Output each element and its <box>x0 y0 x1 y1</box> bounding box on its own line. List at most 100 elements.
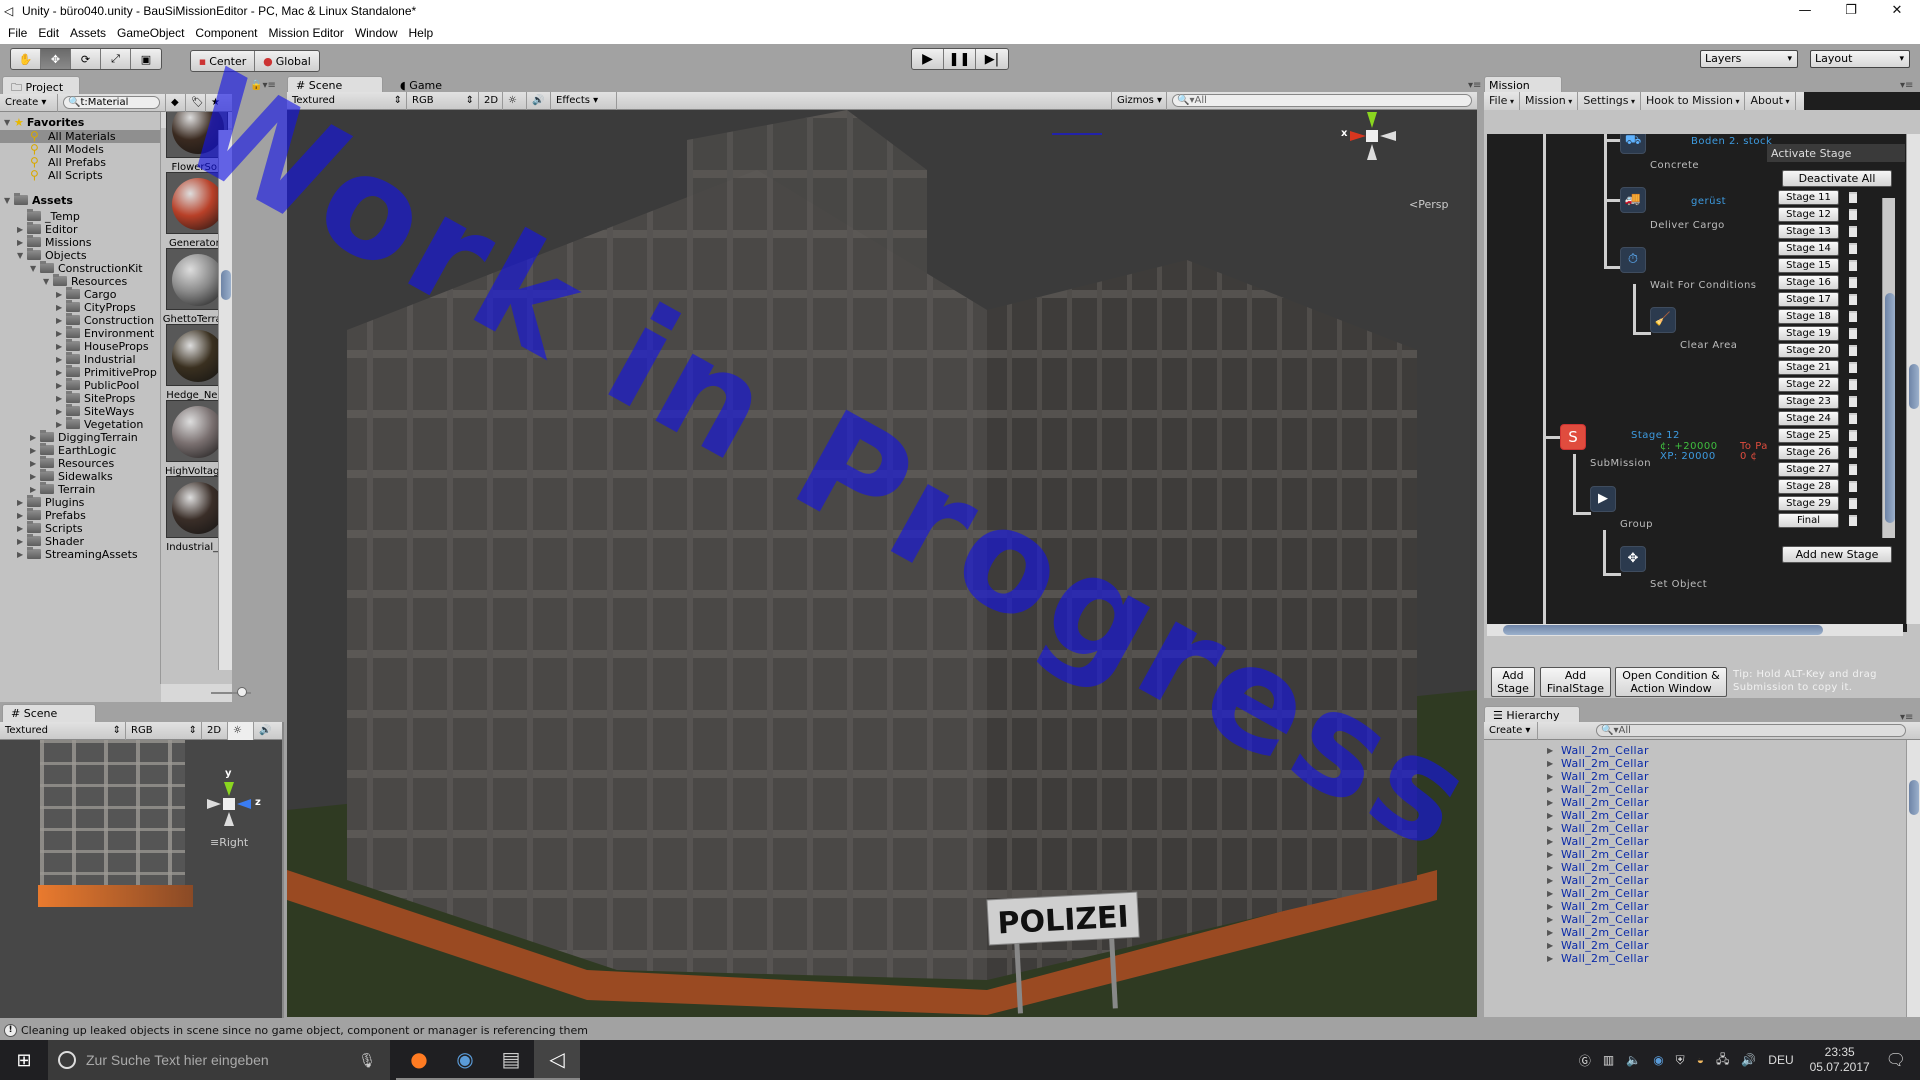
clear-area-icon[interactable]: 🧹 <box>1650 307 1676 333</box>
expand-right-icon[interactable]: ▶ <box>1547 876 1557 885</box>
mission-menu-file[interactable]: File ▾ <box>1484 92 1520 110</box>
project-create-dropdown[interactable]: Create ▾ <box>0 93 58 112</box>
axis-neg-y-cone[interactable] <box>224 812 234 826</box>
menu-window[interactable]: Window <box>355 26 398 40</box>
stage-button[interactable]: Stage 11 <box>1778 190 1839 205</box>
hierarchy-item[interactable]: ▶ Wall_2m_Cellar <box>1484 950 1649 966</box>
stage-button[interactable]: Stage 19 <box>1778 326 1839 341</box>
add-new-stage-button[interactable]: Add new Stage <box>1782 546 1892 563</box>
filter-label-button[interactable]: 🏷 <box>186 93 206 112</box>
scene-search-box[interactable]: 🔍▾All <box>1172 94 1472 107</box>
scene-small-audio-toggle[interactable]: 🔊 <box>254 722 280 740</box>
trash-icon[interactable] <box>1849 311 1857 322</box>
expand-right-icon[interactable]: ▶ <box>30 472 40 481</box>
expand-down-icon[interactable]: ▼ <box>30 264 40 273</box>
stage-button[interactable]: Stage 27 <box>1778 462 1839 477</box>
expand-right-icon[interactable]: ▶ <box>1547 941 1557 950</box>
gizmo-center-cube[interactable] <box>223 798 235 810</box>
hierarchy-create-dropdown[interactable]: Create ▾ <box>1484 721 1538 740</box>
expand-right-icon[interactable]: ▶ <box>1547 889 1557 898</box>
expand-right-icon[interactable]: ▶ <box>1547 772 1557 781</box>
axis-neg-y-cone[interactable] <box>1367 144 1377 160</box>
volume-icon[interactable]: 🔊 <box>1741 1053 1756 1067</box>
firefox-taskbar-button[interactable]: ● <box>396 1040 442 1080</box>
expand-right-icon[interactable]: ▶ <box>17 498 27 507</box>
play-button[interactable]: ▶ <box>912 49 944 69</box>
menu-gameobject[interactable]: GameObject <box>117 26 184 40</box>
stage-button[interactable]: Stage 24 <box>1778 411 1839 426</box>
mission-graph-hscrollbar[interactable] <box>1487 624 1903 636</box>
trash-icon[interactable] <box>1849 345 1857 356</box>
trash-icon[interactable] <box>1849 413 1857 424</box>
scene-small-shading-dropdown[interactable]: Textured ⇕ <box>0 721 126 740</box>
minimize-button[interactable]: — <box>1782 0 1828 22</box>
project-search-value[interactable]: t:Material <box>80 97 128 108</box>
trash-icon[interactable] <box>1849 362 1857 373</box>
menu-help[interactable]: Help <box>409 26 434 40</box>
unity-taskbar-button[interactable]: ◁ <box>534 1040 580 1080</box>
stage-button[interactable]: Stage 26 <box>1778 445 1839 460</box>
steam-tray-icon[interactable]: ◉ <box>1653 1053 1663 1067</box>
expand-right-icon[interactable]: ▶ <box>17 550 27 559</box>
expand-right-icon[interactable]: ▶ <box>1547 798 1557 807</box>
orientation-gizmo[interactable]: y x <box>1337 110 1407 168</box>
expand-right-icon[interactable]: ▶ <box>30 485 40 494</box>
expand-right-icon[interactable]: ▶ <box>17 225 27 234</box>
stage-button[interactable]: Stage 13 <box>1778 224 1839 239</box>
stage-button[interactable]: Stage 16 <box>1778 275 1839 290</box>
axis-z-cone[interactable] <box>237 799 251 809</box>
expand-right-icon[interactable]: ▶ <box>1547 954 1557 963</box>
expand-right-icon[interactable]: ▶ <box>17 537 27 546</box>
expand-right-icon[interactable]: ▶ <box>56 355 66 364</box>
menu-mission-editor[interactable]: Mission Editor <box>268 26 343 40</box>
trash-icon[interactable] <box>1849 379 1857 390</box>
scene-small-rgb-dropdown[interactable]: RGB ⇕ <box>126 721 202 740</box>
trash-icon[interactable] <box>1849 192 1857 203</box>
expand-right-icon[interactable]: ▶ <box>1547 785 1557 794</box>
trash-icon[interactable] <box>1849 294 1857 305</box>
mission-menu-about[interactable]: About ▾ <box>1745 92 1796 110</box>
mission-panel-menu-icon[interactable]: ▾≡ <box>1900 80 1913 91</box>
network-icon[interactable]: 🖧 <box>1716 1050 1729 1071</box>
scene-search-field[interactable]: 🔍▾All <box>1167 92 1477 110</box>
scale-tool-button[interactable]: ⤢ <box>101 49 131 69</box>
effects-dropdown[interactable]: Effects ▾ <box>551 91 617 110</box>
mission-graph-vscrollbar[interactable] <box>1906 134 1920 624</box>
expand-right-icon[interactable]: ▶ <box>1547 837 1557 846</box>
mission-graph-canvas[interactable]: ⛟ Concrete Boden 2. stock 🚚 Deliver Carg… <box>1487 134 1907 632</box>
status-bar[interactable]: ! Cleaning up leaked objects in scene si… <box>0 1020 1920 1040</box>
pause-button[interactable]: ❚❚ <box>944 49 976 69</box>
microphone-icon[interactable]: 🎙 <box>358 1052 376 1069</box>
expand-right-icon[interactable]: ▶ <box>17 238 27 247</box>
wait-conditions-icon[interactable]: ⏱ <box>1620 247 1646 273</box>
stage-button[interactable]: Stage 23 <box>1778 394 1839 409</box>
axis-neg-x-cone[interactable] <box>1380 131 1396 141</box>
move-tool-button[interactable]: ✥ <box>41 49 71 69</box>
mission-menu-hook-to-mission[interactable]: Hook to Mission ▾ <box>1641 92 1746 110</box>
concrete-truck-icon[interactable]: ⛟ <box>1620 134 1646 154</box>
expand-down-icon[interactable]: ▼ <box>17 251 27 260</box>
expand-right-icon[interactable]: ▶ <box>56 290 66 299</box>
speaker-muted-icon[interactable]: 🔈 <box>1626 1053 1641 1067</box>
rect-tool-button[interactable]: ▣ <box>131 49 161 69</box>
stage-button[interactable]: Stage 29 <box>1778 496 1839 511</box>
expand-right-icon[interactable]: ▶ <box>1547 759 1557 768</box>
scene-small-2d-toggle[interactable]: 2D <box>202 721 228 740</box>
splitter[interactable] <box>282 722 284 1018</box>
delivery-truck-icon[interactable]: 🚚 <box>1620 187 1646 213</box>
view-label-right[interactable]: ≡Right <box>210 836 248 849</box>
scene-audio-toggle[interactable]: 🔊 <box>527 91 551 110</box>
scrollbar-thumb[interactable] <box>221 270 231 300</box>
steam-taskbar-button[interactable]: ◉ <box>442 1040 488 1080</box>
windows-start-button[interactable]: ⊞ <box>0 1040 48 1080</box>
pivot-global-button[interactable]: ● Global <box>255 51 319 71</box>
axis-neg-z-cone[interactable] <box>207 799 221 809</box>
scene-lighting-toggle[interactable]: ☼ <box>503 91 527 110</box>
trash-icon[interactable] <box>1849 396 1857 407</box>
stage-button[interactable]: Stage 14 <box>1778 241 1839 256</box>
orientation-gizmo-small[interactable]: y z <box>205 768 261 826</box>
scrollbar-thumb[interactable] <box>1503 625 1823 635</box>
expand-right-icon[interactable]: ▶ <box>1547 902 1557 911</box>
mission-menu-settings[interactable]: Settings ▾ <box>1578 92 1642 110</box>
expand-right-icon[interactable]: ▶ <box>56 303 66 312</box>
